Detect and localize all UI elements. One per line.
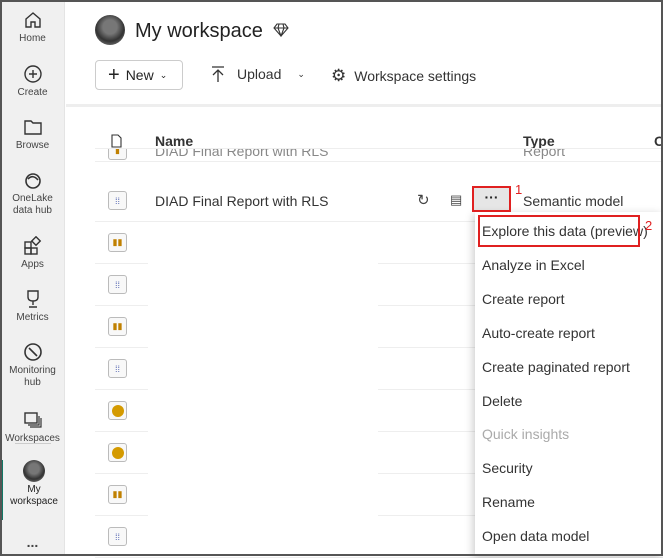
sidebar-label: data hub (13, 205, 52, 216)
context-menu: Explore this data (preview) Analyze in Ex… (475, 212, 663, 556)
report-icon: ▮▮ (108, 485, 127, 504)
semantic-model-icon: ⁞⁞ (108, 191, 127, 210)
row-type: Report (523, 148, 566, 159)
semantic-model-icon: ⁞⁞ (108, 527, 127, 546)
dashboard-icon (108, 443, 127, 462)
folder-icon (23, 120, 42, 135)
sidebar-label: Create (17, 87, 48, 98)
menu-item-auto-create-report[interactable]: Auto-create report (482, 325, 595, 341)
menu-item-create-paginated-report[interactable]: Create paginated report (482, 359, 630, 375)
sidebar-item-apps[interactable]: Apps (0, 236, 65, 271)
report-icon: ▮▮ (108, 233, 127, 252)
sidebar-item-monitoring-hub[interactable]: Monitoring hub (0, 342, 65, 389)
page-title: My workspace (135, 20, 263, 42)
sidebar: Home Create Browse OneLake data hub Apps … (0, 0, 65, 556)
menu-item-security[interactable]: Security (482, 460, 533, 476)
semantic-model-icon: ⁞⁞ (108, 275, 127, 294)
plus-icon: + (108, 64, 120, 86)
annotation-step-2: 2 (645, 218, 653, 233)
sidebar-item-onelake[interactable]: OneLake data hub (0, 170, 65, 217)
plus-circle-icon (23, 65, 42, 83)
row-name[interactable]: DIAD Final Report with RLS (155, 193, 329, 209)
upload-icon (212, 66, 224, 82)
row-name[interactable]: DIAD Final Report with RLS (155, 149, 329, 159)
schedule-refresh-icon[interactable]: ▤ (450, 192, 462, 208)
highlight-explore (478, 215, 640, 247)
file-icon (111, 134, 122, 148)
new-label: New (125, 67, 154, 83)
sidebar-label: Workspaces (5, 433, 60, 444)
sidebar-item-my-workspace[interactable]: My workspace (0, 460, 65, 520)
sidebar-item-metrics[interactable]: Metrics (0, 289, 65, 324)
sidebar-label: Metrics (16, 312, 49, 323)
sidebar-label: My (27, 484, 41, 495)
semantic-model-icon: ⁞⁞ (108, 359, 127, 378)
sidebar-label: Home (19, 33, 46, 44)
sidebar-label: Apps (21, 259, 44, 270)
upload-label: Upload (237, 66, 282, 82)
row-type: Semantic model (523, 193, 624, 209)
upload-button[interactable]: Upload ⌄ (211, 66, 305, 82)
sidebar-label: workspace (10, 496, 58, 507)
sidebar-label: OneLake (12, 193, 53, 204)
header-divider (66, 104, 663, 107)
new-button[interactable]: + New ⌄ (95, 60, 183, 90)
menu-item-create-report[interactable]: Create report (482, 291, 564, 307)
report-icon: ▮▮ (108, 317, 127, 336)
column-header-type[interactable]: Type (523, 133, 555, 149)
diamond-icon (273, 23, 289, 37)
menu-item-open-data-model[interactable]: Open data model (482, 528, 589, 544)
sidebar-item-home[interactable]: Home (0, 10, 65, 45)
home-icon (24, 12, 41, 28)
sidebar-item-workspaces[interactable]: Workspaces (0, 410, 65, 445)
dashboard-icon (108, 401, 127, 420)
avatar (23, 460, 45, 482)
gear-icon: ⚙ (331, 66, 347, 85)
monitoring-icon (23, 343, 42, 361)
menu-item-delete[interactable]: Delete (482, 393, 522, 409)
menu-item-analyze-in-excel[interactable]: Analyze in Excel (482, 257, 585, 273)
apps-icon (23, 236, 41, 255)
sidebar-label: hub (24, 377, 41, 388)
column-header-name[interactable]: Name (155, 133, 193, 149)
sidebar-label: Browse (15, 140, 50, 151)
menu-item-rename[interactable]: Rename (482, 494, 535, 510)
menu-item-quick-insights: Quick insights (482, 426, 570, 443)
column-header-other[interactable]: O (654, 133, 663, 149)
refresh-icon[interactable]: ↻ (417, 191, 430, 209)
redacted-area (148, 222, 378, 556)
workspace-settings-button[interactable]: ⚙ Workspace settings (331, 66, 476, 86)
trophy-icon (26, 290, 39, 308)
more-nav-button[interactable]: ... (0, 535, 65, 549)
report-icon: ▮ (108, 149, 127, 160)
sidebar-item-browse[interactable]: Browse (0, 117, 65, 152)
workspace-avatar (95, 15, 125, 45)
sidebar-item-create[interactable]: Create (0, 64, 65, 99)
table-row[interactable]: ▮ DIAD Final Report with RLS Report (95, 148, 663, 162)
highlight-more-options (472, 186, 511, 212)
sidebar-label: Monitoring (9, 365, 56, 376)
chevron-down-icon: ⌄ (159, 69, 168, 80)
onelake-icon (24, 173, 41, 189)
annotation-step-1: 1 (515, 182, 523, 197)
settings-label: Workspace settings (354, 68, 477, 84)
chevron-down-icon: ⌄ (297, 68, 305, 79)
workspaces-icon (23, 412, 42, 428)
